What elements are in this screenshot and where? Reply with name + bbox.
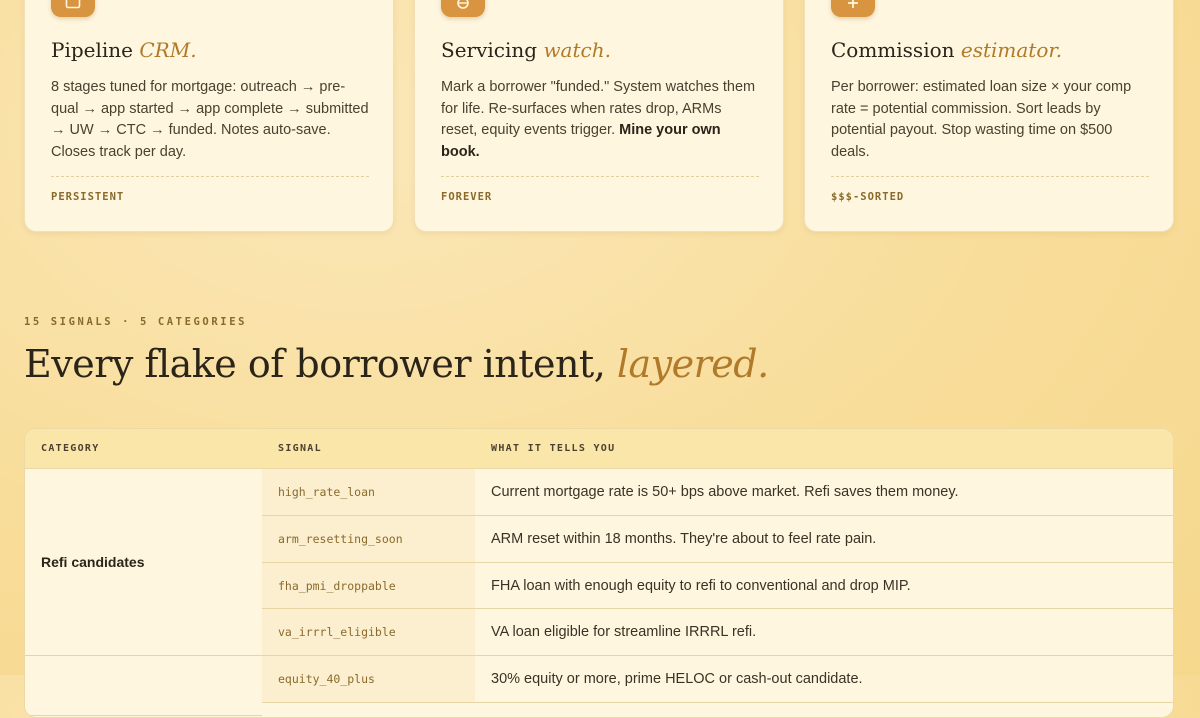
section-heading: Every flake of borrower intent, layered.: [24, 342, 769, 386]
card-divider: [51, 176, 369, 177]
table-row[interactable]: arm_resetting_soon ARM reset within 18 m…: [262, 516, 1173, 563]
card-commission-estimator: Commission estimator. Per borrower: esti…: [804, 0, 1174, 232]
signal-description: Current mortgage rate is 50+ bps above m…: [491, 484, 959, 500]
category-label: Refi candidates: [41, 554, 145, 570]
signal-code: fha_pmi_droppable: [278, 578, 396, 593]
signal-cell: fha_pmi_droppable: [262, 563, 475, 608]
signal-code: equity_40_plus: [278, 672, 375, 686]
signal-cell: va_irrrl_eligible: [262, 609, 475, 655]
signal-cell: equity_40_plus: [262, 656, 475, 702]
card-body: Per borrower: estimated loan size × your…: [831, 79, 1132, 161]
card-servicing-watch: Servicing watch. Mark a borrower "funded…: [414, 0, 784, 232]
feature-cards: Pipeline CRM. 8 stages tuned for mortgag…: [24, 0, 1176, 234]
card-tag: PERSISTENT: [51, 191, 125, 203]
plus-icon: [831, 0, 875, 17]
signal-description: ARM reset within 18 months. They're abou…: [491, 531, 877, 547]
card-title: Servicing watch.: [441, 38, 611, 62]
section-eyebrow: 15 SIGNALS · 5 CATEGORIES: [24, 316, 248, 328]
table-row[interactable]: high_rate_loan Current mortgage rate is …: [262, 469, 1173, 516]
column-header-signal: SIGNAL: [278, 443, 322, 454]
card-body: Mark a borrower "funded." System watches…: [441, 79, 756, 161]
signal-code: va_irrrl_eligible: [278, 625, 396, 639]
signal-description: FHA loan with enough equity to refi to c…: [491, 577, 911, 594]
card-pipeline-crm: Pipeline CRM. 8 stages tuned for mortgag…: [24, 0, 394, 232]
table-row[interactable]: va_irrrl_eligible VA loan eligible for s…: [262, 609, 1173, 656]
inbox-icon: [51, 0, 95, 17]
card-tag: FOREVER: [441, 191, 493, 203]
column-header-description: WHAT IT TELLS YOU: [491, 443, 616, 454]
card-title: Pipeline CRM.: [51, 38, 197, 62]
signal-code: high_rate_loan: [278, 485, 375, 499]
table-row[interactable]: fha_pmi_droppable FHA loan with enough e…: [262, 563, 1173, 609]
card-divider: [831, 176, 1149, 177]
column-header-category: CATEGORY: [41, 443, 100, 454]
category-cell: Refi candidates: [25, 469, 262, 656]
signal-description: VA loan eligible for streamline IRRRL re…: [491, 624, 757, 640]
signal-description: 30% equity or more, prime HELOC or cash-…: [491, 671, 863, 687]
category-cell: [25, 656, 262, 716]
signal-cell: high_rate_loan: [262, 469, 475, 515]
card-tag: $$$-SORTED: [831, 191, 905, 203]
signal-cell: arm_resetting_soon: [262, 516, 475, 562]
card-body: 8 stages tuned for mortgage: outreach → …: [51, 79, 369, 161]
card-divider: [441, 176, 759, 177]
card-title: Commission estimator.: [831, 38, 1063, 62]
table-row[interactable]: equity_40_plus 30% equity or more, prime…: [262, 656, 1173, 703]
signal-code: arm_resetting_soon: [278, 532, 403, 546]
globe-icon: [441, 0, 485, 17]
table-header: CATEGORY SIGNAL WHAT IT TELLS YOU: [25, 429, 1173, 469]
